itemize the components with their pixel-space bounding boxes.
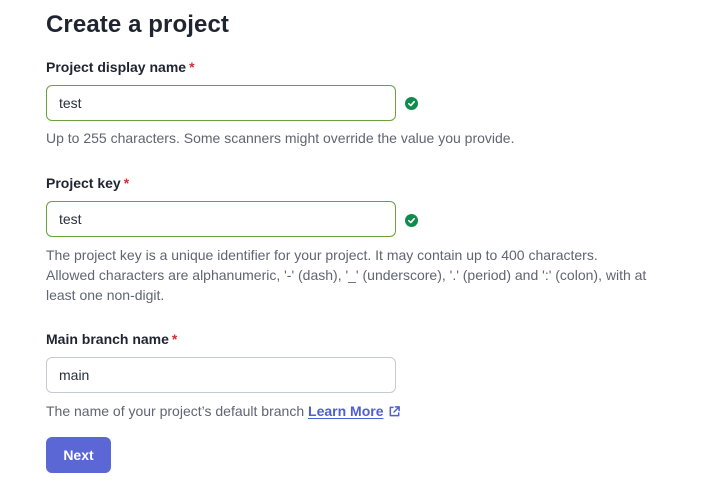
display-name-input[interactable]: [46, 85, 396, 121]
project-key-help-line: Allowed characters are alphanumeric, '-'…: [46, 267, 647, 283]
display-name-label-text: Project display name: [46, 59, 187, 75]
external-link-icon: [388, 403, 401, 423]
project-key-label-text: Project key: [46, 175, 121, 191]
required-marker: *: [171, 331, 178, 347]
project-key-label: Project key *: [46, 175, 129, 191]
main-branch-help: The name of your project’s default branc…: [46, 401, 401, 423]
project-key-help-line: The project key is a unique identifier f…: [46, 247, 598, 263]
check-circle-icon: [405, 214, 418, 227]
learn-more-label: Learn More: [308, 403, 384, 419]
page-title: Create a project: [46, 11, 230, 38]
display-name-label: Project display name *: [46, 59, 195, 75]
required-marker: *: [123, 175, 130, 191]
next-button[interactable]: Next: [46, 437, 111, 473]
main-branch-input[interactable]: [46, 357, 396, 393]
display-name-help: Up to 255 characters. Some scanners migh…: [46, 130, 515, 146]
project-key-input[interactable]: [46, 201, 396, 237]
learn-more-link[interactable]: Learn More: [308, 403, 401, 419]
required-marker: *: [189, 59, 195, 75]
main-branch-label-text: Main branch name: [46, 331, 169, 347]
project-key-help: The project key is a unique identifier f…: [46, 245, 646, 305]
check-circle-icon: [405, 97, 418, 110]
main-branch-help-text: The name of your project’s default branc…: [46, 403, 305, 419]
main-branch-label: Main branch name *: [46, 331, 177, 347]
project-key-help-line: least one non-digit.: [46, 287, 165, 303]
